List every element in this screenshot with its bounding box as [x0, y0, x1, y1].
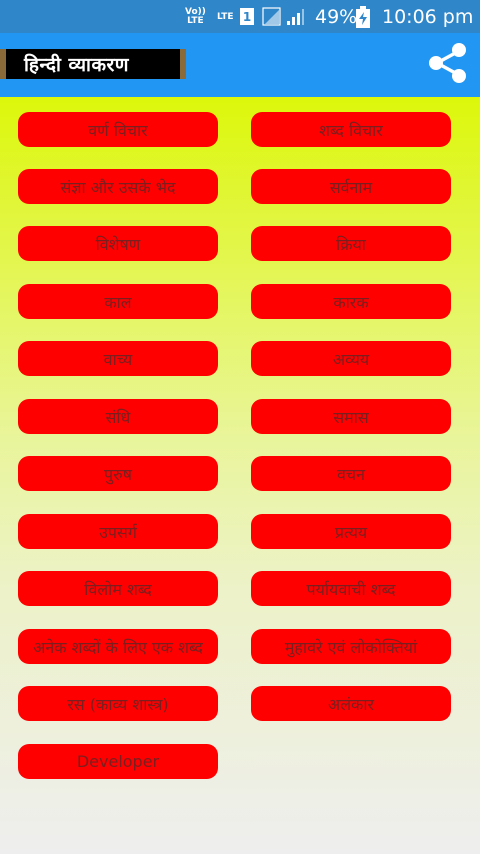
menu-button-kriya[interactable]: क्रिया — [251, 226, 451, 261]
menu-button-vachan[interactable]: वचन — [251, 456, 451, 491]
volte-bottom-label: LTE — [187, 15, 204, 26]
menu-button-upsarg[interactable]: उपसर्ग — [18, 514, 218, 549]
menu-button-samas[interactable]: समास — [251, 399, 451, 434]
clock: 10:06 pm — [382, 5, 474, 28]
menu-button-ras[interactable]: रस (काव्य शास्त्र) — [18, 686, 218, 721]
menu-button-vilom-shabd[interactable]: विलोम शब्द — [18, 571, 218, 606]
menu-button-avyay[interactable]: अव्यय — [251, 341, 451, 376]
volte-indicator: Vo)) LTE — [185, 0, 206, 33]
menu-button-varn-vichar[interactable]: वर्ण विचार — [18, 112, 218, 147]
signal-sim2-icon — [287, 9, 304, 25]
menu-button-developer[interactable]: Developer — [18, 744, 218, 779]
battery-percent: 49% — [315, 5, 358, 28]
menu-button-karak[interactable]: कारक — [251, 284, 451, 319]
menu-button-muhavare[interactable]: मुहावरे एवं लोकोक्तियां — [251, 629, 451, 664]
app-title: हिन्दी व्याकरण — [24, 54, 130, 76]
menu-button-sandhi[interactable]: संधि — [18, 399, 218, 434]
menu-button-alankar[interactable]: अलंकार — [251, 686, 451, 721]
menu-button-vachya[interactable]: वाच्य — [18, 341, 218, 376]
menu-button-visheshan[interactable]: विशेषण — [18, 226, 218, 261]
menu-button-sarvanam[interactable]: सर्वनाम — [251, 169, 451, 204]
signal-sim1-icon — [262, 7, 281, 26]
battery-charging-icon — [356, 6, 370, 28]
menu-button-anek-shabd[interactable]: अनेक शब्दों के लिए एक शब्द — [18, 629, 218, 664]
app-title-banner: हिन्दी व्याकरण — [0, 49, 186, 79]
menu-button-purush[interactable]: पुरुष — [18, 456, 218, 491]
menu-grid: वर्ण विचार शब्द विचार संज्ञा और उसके भेद… — [0, 97, 480, 854]
menu-button-paryayvachi-shabd[interactable]: पर्यायवाची शब्द — [251, 571, 451, 606]
menu-button-shabd-vichar[interactable]: शब्द विचार — [251, 112, 451, 147]
status-bar: Vo)) LTE LTE 1 49% 10:06 pm — [0, 0, 480, 33]
menu-button-pratyay[interactable]: प्रत्यय — [251, 514, 451, 549]
menu-button-kaal[interactable]: काल — [18, 284, 218, 319]
share-icon[interactable] — [426, 41, 470, 85]
menu-button-sangya[interactable]: संज्ञा और उसके भेद — [18, 169, 218, 204]
lte-label: LTE — [217, 11, 234, 22]
sim-indicator: 1 — [240, 8, 254, 25]
